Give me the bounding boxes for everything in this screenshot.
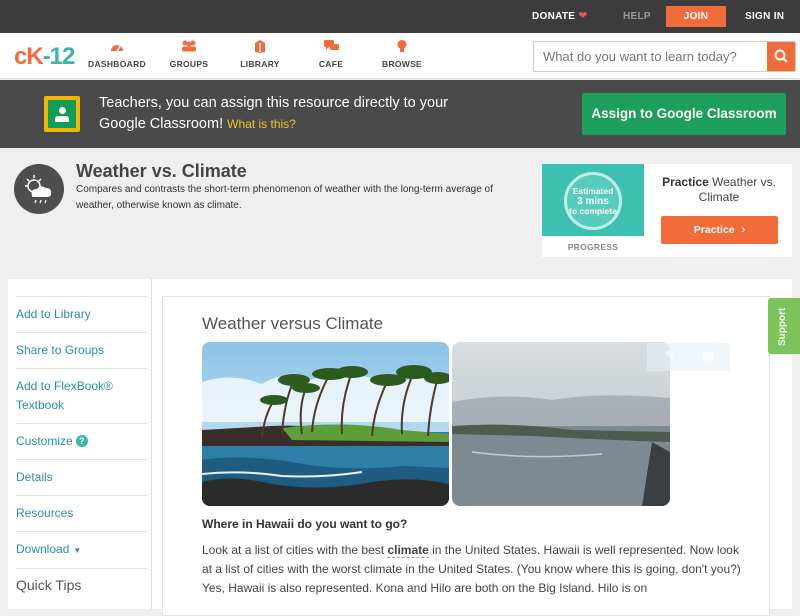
caption-icon[interactable]: ▤	[702, 348, 714, 364]
groups-icon	[154, 40, 224, 56]
donate-link[interactable]: DONATE ❤	[532, 0, 588, 33]
share-to-groups-link[interactable]: Share to Groups	[16, 332, 147, 360]
resources-link[interactable]: Resources	[16, 495, 147, 523]
sign-in-link[interactable]: SIGN IN	[745, 0, 784, 33]
quick-tips-heading[interactable]: Quick Tips	[16, 568, 147, 593]
chevron-right-icon: ›	[741, 224, 746, 236]
hilo-coast-image[interactable]	[452, 342, 670, 506]
nav-browse[interactable]: BROWSE	[367, 40, 437, 69]
heart-icon: ❤	[578, 10, 588, 22]
search-button[interactable]	[767, 42, 795, 71]
nav-cafe[interactable]: CAFE	[296, 40, 366, 69]
help-icon[interactable]: ?	[75, 435, 88, 447]
vocab-term-climate[interactable]: climate	[387, 543, 429, 558]
practice-button[interactable]: Practice ›	[661, 216, 778, 244]
search-input[interactable]	[534, 42, 770, 71]
hawaii-beach-image[interactable]	[202, 342, 449, 506]
nav-dashboard[interactable]: DASHBOARD	[82, 40, 152, 69]
details-link[interactable]: Details	[16, 459, 147, 487]
content-title: Weather versus Climate	[202, 314, 384, 333]
section-heading: Where in Hawaii do you want to go?	[202, 517, 408, 531]
main-header: cK-12 DASHBOARD GROUPS LIBRARY CAFE BROW…	[0, 33, 800, 79]
assign-google-classroom-button[interactable]: Assign to Google Classroom	[582, 93, 786, 135]
what-is-this-link[interactable]: What is this?	[227, 117, 296, 131]
google-classroom-message: Teachers, you can assign this resource d…	[99, 95, 448, 132]
help-link[interactable]: HELP	[623, 0, 651, 33]
dashboard-icon	[82, 40, 152, 56]
search-box	[533, 41, 796, 72]
customize-link[interactable]: Customize?	[16, 423, 147, 451]
top-utility-bar: DONATE ❤ HELP JOIN SIGN IN	[0, 0, 800, 33]
library-icon	[225, 40, 295, 56]
support-tab[interactable]: Support	[768, 298, 800, 354]
section-paragraph: Look at a list of cities with the best c…	[202, 543, 741, 595]
pin-icon[interactable]: ✎	[665, 348, 676, 364]
progress-label: PROGRESS	[567, 242, 619, 252]
practice-card: Estimated 3 mins to complete PROGRESS Pr…	[542, 164, 792, 257]
ck12-logo[interactable]: cK-12	[14, 43, 75, 71]
join-button[interactable]: JOIN	[666, 6, 726, 27]
add-to-library-link[interactable]: Add to Library	[16, 296, 147, 324]
search-icon	[774, 49, 788, 63]
resource-description: Compares and contrasts the short-term ph…	[76, 184, 493, 211]
weather-cloud-icon	[14, 164, 64, 214]
google-classroom-banner: Teachers, you can assign this resource d…	[0, 80, 800, 148]
practice-title: Practice Weather vs. Climate	[662, 175, 776, 204]
cafe-icon	[296, 40, 366, 56]
caret-down-icon: ▼	[73, 546, 82, 555]
image-toolbar: ✎ ▤	[647, 343, 730, 371]
progress-graphic: Estimated 3 mins to complete	[542, 164, 644, 236]
google-classroom-icon	[44, 96, 80, 132]
download-dropdown[interactable]: Download ▼	[16, 531, 147, 560]
resource-sidebar: Add to Library Share to Groups Add to Fl…	[8, 279, 151, 609]
add-to-flexbook-link[interactable]: Add to FlexBook® Textbook	[16, 368, 147, 415]
browse-icon	[367, 40, 437, 56]
resource-title: Weather vs. Climate	[76, 161, 247, 181]
nav-library[interactable]: LIBRARY	[225, 40, 295, 69]
nav-groups[interactable]: GROUPS	[154, 40, 224, 69]
estimated-time-badge: Estimated 3 mins to complete	[564, 172, 622, 230]
